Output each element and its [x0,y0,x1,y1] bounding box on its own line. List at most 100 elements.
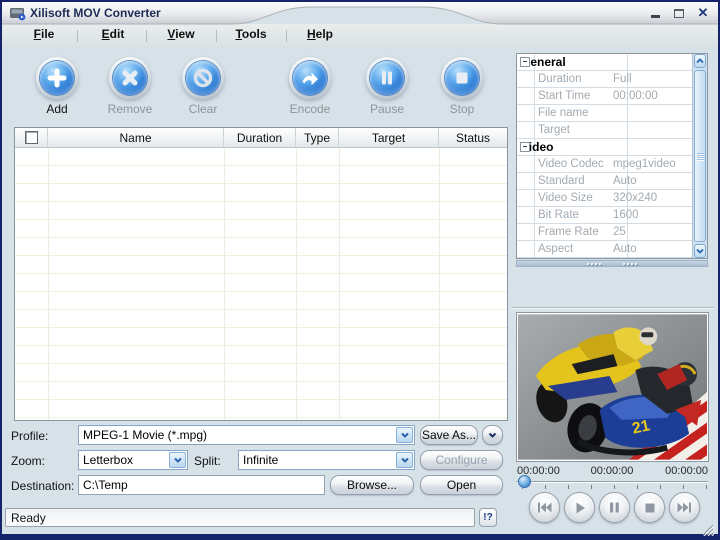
split-label: Split: [194,454,221,468]
collapse-icon[interactable] [520,57,530,67]
property-scrollbar[interactable] [692,54,707,258]
configure-button[interactable]: Configure [420,450,503,470]
player-play-button[interactable] [564,492,595,523]
menu-edit[interactable]: Edit [81,27,145,41]
menu-separator [286,30,287,42]
maximize-icon[interactable] [672,6,686,20]
scroll-up-icon[interactable] [694,54,706,68]
seek-slider[interactable] [516,481,708,483]
remove-button[interactable] [109,57,151,99]
clear-label: Clear [161,102,245,116]
stop-icon [645,503,655,513]
status-text: Ready [5,508,475,527]
pause-icon [609,502,620,513]
stop-button[interactable] [441,57,483,99]
player-stop-button[interactable] [634,492,665,523]
column-name[interactable]: Name [48,128,224,147]
property-row[interactable]: Video Codecmpeg1video [517,156,707,173]
panel-splitter[interactable] [516,260,708,267]
property-row[interactable]: Video Size320x240 [517,190,707,207]
select-all-cell [15,128,48,147]
pause-label: Pause [345,102,429,116]
chevron-down-icon[interactable] [396,427,413,443]
pause-icon [370,61,404,95]
divider [512,307,714,309]
previous-icon [537,502,552,513]
app-icon [9,5,26,24]
property-row[interactable]: File name [517,105,707,122]
browse-button[interactable]: Browse... [330,475,414,495]
property-row[interactable]: Frame Rate25 [517,224,707,241]
property-row[interactable]: Target [517,122,707,139]
close-icon[interactable]: ✕ [696,6,710,20]
column-duration[interactable]: Duration [224,128,296,147]
select-all-checkbox[interactable] [25,131,38,144]
menu-help[interactable]: Help [288,27,352,41]
time-total: 00:00:00 [516,465,708,477]
menu-separator [146,30,147,42]
menu-separator [77,30,78,42]
add-button[interactable] [36,57,78,99]
chevron-down-icon[interactable] [396,452,413,468]
menu-file[interactable]: File [12,27,76,41]
seek-thumb[interactable] [518,475,531,488]
property-row[interactable]: DurationFull [517,71,707,88]
property-category-video[interactable]: Video [517,139,707,156]
property-row[interactable]: AspectAuto [517,241,707,258]
arrow-right-icon [293,61,327,95]
add-label: Add [15,102,99,116]
video-preview: 21 [516,312,709,462]
next-icon [677,502,692,513]
file-list-header: Name Duration Type Target Status [15,128,507,148]
chevron-down-icon [488,432,497,439]
save-as-button[interactable]: Save As... [420,425,478,445]
destination-label: Destination: [11,479,74,493]
plus-icon [40,61,74,95]
stop-label: Stop [420,102,504,116]
profile-label: Profile: [11,429,48,443]
scroll-thumb[interactable] [694,70,706,242]
help-button[interactable]: !? [479,508,497,527]
collapse-icon[interactable] [520,142,530,152]
menubar: File Edit View Tools Help [2,24,718,46]
menu-separator [216,30,217,42]
column-type[interactable]: Type [296,128,339,147]
property-row[interactable]: Start Time00:00:00 [517,88,707,105]
clear-button[interactable] [182,57,224,99]
pause-button[interactable] [366,57,408,99]
menu-tools[interactable]: Tools [219,27,283,41]
play-icon [574,502,586,514]
destination-input[interactable] [78,475,325,495]
file-list-body[interactable] [15,148,507,420]
property-category-general[interactable]: General [517,54,707,71]
stop-icon [445,61,479,95]
zoom-label: Zoom: [11,454,45,468]
player-pause-button[interactable] [599,492,630,523]
remove-label: Remove [88,102,172,116]
prohibition-icon [186,61,220,95]
property-row[interactable]: StandardAuto [517,173,707,190]
property-row[interactable]: Bit Rate1600 [517,207,707,224]
encode-button[interactable] [289,57,331,99]
window-title: Xilisoft MOV Converter [30,6,161,20]
preview-image: 21 [518,314,707,460]
profile-more-button[interactable] [482,425,503,445]
chevron-down-icon[interactable] [169,452,186,468]
minimize-icon[interactable] [648,6,662,20]
open-button[interactable]: Open [420,475,503,495]
scroll-down-icon[interactable] [694,244,706,258]
profile-select[interactable]: MPEG-1 Movie (*.mpg) [78,425,415,445]
player-next-button[interactable] [669,492,700,523]
zoom-select[interactable]: Letterbox [78,450,188,470]
column-status[interactable]: Status [439,128,507,147]
column-target[interactable]: Target [339,128,439,147]
player-previous-button[interactable] [529,492,560,523]
file-list: Name Duration Type Target Status [14,127,508,421]
split-select[interactable]: Infinite [238,450,415,470]
app-window: Xilisoft MOV Converter ✕ File Edit View … [0,0,720,540]
resize-grip[interactable] [701,523,714,539]
menu-view[interactable]: View [149,27,213,41]
svg-text:21: 21 [631,417,652,437]
cross-icon [113,61,147,95]
property-grid: General DurationFull Start Time00:00:00 … [516,53,708,259]
